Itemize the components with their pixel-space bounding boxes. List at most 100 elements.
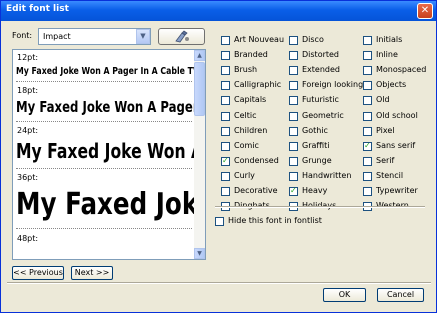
ok-button[interactable]: OK — [323, 288, 366, 302]
category-label: Handwritten — [302, 171, 352, 180]
hide-font-label: Hide this font in fontlist — [228, 216, 322, 225]
size-label-24pt: 24pt: — [17, 126, 39, 135]
category-label: Old — [376, 95, 390, 104]
size-label-48pt: 48pt: — [17, 234, 39, 243]
checkbox-box[interactable] — [289, 96, 298, 105]
checkbox-box[interactable] — [363, 96, 372, 105]
font-select[interactable]: Impact ▼ — [38, 28, 151, 45]
checkbox-box[interactable] — [363, 51, 372, 60]
scroll-down-icon[interactable]: ▼ — [194, 248, 205, 259]
checkbox-box[interactable] — [221, 81, 230, 90]
checkbox-box[interactable] — [221, 51, 230, 60]
close-icon: ✕ — [420, 5, 430, 16]
font-preview-list[interactable]: 12pt: My Faxed Joke Won A Pager In A Cab… — [12, 49, 206, 260]
checkbox-box[interactable] — [289, 157, 298, 166]
size-label-12pt: 12pt: — [17, 53, 39, 62]
checkbox-box[interactable] — [289, 81, 298, 90]
checkbox-box[interactable] — [215, 217, 224, 226]
checkbox-box[interactable] — [289, 112, 298, 121]
category-label: Branded — [234, 50, 268, 59]
checkbox-box[interactable] — [221, 172, 230, 181]
sample-text-36pt: My Faxed Joke Won A Pager In A Cable TV — [16, 187, 195, 222]
checkbox-box[interactable] — [221, 127, 230, 136]
checkbox-box[interactable] — [363, 36, 372, 45]
checkbox-box[interactable] — [221, 36, 230, 45]
checkbox-box[interactable] — [221, 187, 230, 196]
category-label: Brush — [234, 65, 258, 74]
preview-scrollbar[interactable]: ▲ ▼ — [194, 50, 205, 259]
checkbox-box[interactable] — [363, 141, 372, 151]
category-label: Geometric — [302, 111, 344, 120]
category-label: Monospaced — [376, 65, 427, 74]
checkbox-box[interactable] — [221, 96, 230, 105]
category-label: Capitals — [234, 95, 267, 104]
checkbox-box[interactable] — [289, 66, 298, 75]
category-label: Sans serif — [376, 141, 416, 150]
category-label: Decorative — [234, 186, 278, 195]
close-button[interactable]: ✕ — [417, 3, 433, 19]
sample-text-18pt: My Faxed Joke Won A Pager In A Cable TV — [16, 98, 195, 116]
font-select-value: Impact — [43, 32, 71, 41]
category-label: Condensed — [234, 156, 279, 165]
paint-brush-icon — [174, 30, 189, 43]
font-tool-button[interactable] — [158, 28, 205, 45]
separator — [16, 228, 192, 229]
divider — [7, 282, 431, 284]
category-label: Graffiti — [302, 141, 330, 150]
font-label: Font: — [12, 31, 33, 40]
size-label-36pt: 36pt: — [17, 173, 39, 182]
checkbox-box[interactable] — [363, 112, 372, 121]
scroll-up-icon[interactable]: ▲ — [194, 50, 205, 61]
checkbox-box[interactable] — [221, 156, 230, 166]
category-label: Comic — [234, 141, 259, 150]
checkbox-box[interactable] — [363, 172, 372, 181]
category-label: Old school — [376, 111, 418, 120]
category-label: Pixel — [376, 126, 395, 135]
category-label: Typewriter — [376, 186, 418, 195]
category-label: Futuristic — [302, 95, 339, 104]
checkbox-box[interactable] — [289, 142, 298, 151]
category-label: Initials — [376, 35, 403, 44]
checkbox-box[interactable] — [221, 66, 230, 75]
category-label: Inline — [376, 50, 398, 59]
category-label: Grunge — [302, 156, 332, 165]
checkbox-box[interactable] — [221, 142, 230, 151]
separator — [16, 168, 192, 169]
checkbox-box[interactable] — [289, 186, 298, 196]
window-title: Edit font list — [6, 4, 69, 14]
size-label-18pt: 18pt: — [17, 86, 39, 95]
category-label: Foreign looking — [302, 80, 364, 89]
checkbox-box[interactable] — [363, 187, 372, 196]
previous-button[interactable]: << Previous — [12, 266, 64, 280]
checkbox-box[interactable] — [289, 127, 298, 136]
category-label: Stencil — [376, 171, 404, 180]
sample-text-24pt: My Faxed Joke Won A Pager In A Cable TV — [16, 139, 195, 163]
scroll-thumb[interactable] — [194, 62, 205, 116]
chevron-down-icon[interactable]: ▼ — [136, 29, 150, 44]
category-label: Gothic — [302, 126, 328, 135]
checkbox-box[interactable] — [363, 66, 372, 75]
separator — [16, 121, 192, 122]
title-bar[interactable]: Edit font list ✕ — [1, 1, 436, 21]
sample-text-12pt: My Faxed Joke Won A Pager In A Cable TV — [16, 66, 195, 77]
cancel-button[interactable]: Cancel — [377, 288, 424, 302]
font-preview-content: 12pt: My Faxed Joke Won A Pager In A Cab… — [13, 50, 195, 259]
next-button[interactable]: Next >> — [71, 266, 113, 280]
checkbox-box[interactable] — [363, 157, 372, 166]
category-label: Heavy — [302, 186, 328, 195]
category-label: Celtic — [234, 111, 257, 120]
edit-font-list-dialog: Edit font list ✕ Font: Impact ▼ 12pt: My… — [0, 0, 437, 313]
divider — [215, 206, 425, 208]
category-label: Objects — [376, 80, 407, 89]
separator — [16, 81, 192, 82]
checkbox-box[interactable] — [289, 51, 298, 60]
category-label: Curly — [234, 171, 255, 180]
checkbox-box[interactable] — [363, 81, 372, 90]
category-label: Extended — [302, 65, 340, 74]
checkbox-box[interactable] — [221, 112, 230, 121]
checkbox-box[interactable] — [289, 36, 298, 45]
category-label: Children — [234, 126, 268, 135]
category-label: Serif — [376, 156, 395, 165]
checkbox-box[interactable] — [289, 172, 298, 181]
checkbox-box[interactable] — [363, 127, 372, 136]
